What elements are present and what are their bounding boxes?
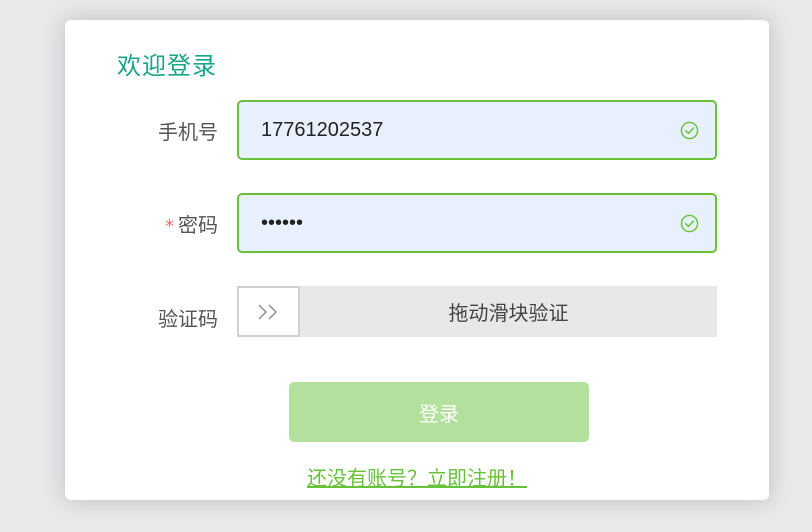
password-label-text: 密码 [178,213,218,237]
login-title: 欢迎登录 [117,52,217,80]
captcha-label: 验证码 [158,303,218,332]
password-input[interactable] [261,195,661,251]
login-card: 欢迎登录 手机号 *密码 验证码 拖动滑块验证 登录 [65,20,769,500]
double-chevron-right-icon [257,303,277,320]
register-link[interactable]: 还没有账号？立即注册！ [307,466,527,490]
phone-input[interactable] [261,102,661,158]
register-link-row: 还没有账号？立即注册！ [65,462,769,491]
password-label: * 密码 [165,209,218,238]
captcha-slider[interactable]: 拖动滑块验证 [237,286,717,337]
phone-label-text: 手机号 [158,120,218,144]
required-star: * [165,216,174,237]
captcha-label-text: 验证码 [158,307,218,331]
phone-label: 手机号 [158,116,218,145]
phone-field[interactable] [237,100,717,160]
password-field[interactable] [237,193,717,253]
check-circle-icon [680,214,699,233]
check-circle-icon [680,121,699,140]
slider-text: 拖动滑块验证 [448,301,569,325]
login-button[interactable]: 登录 [289,382,589,442]
slider-handle[interactable] [237,286,300,337]
